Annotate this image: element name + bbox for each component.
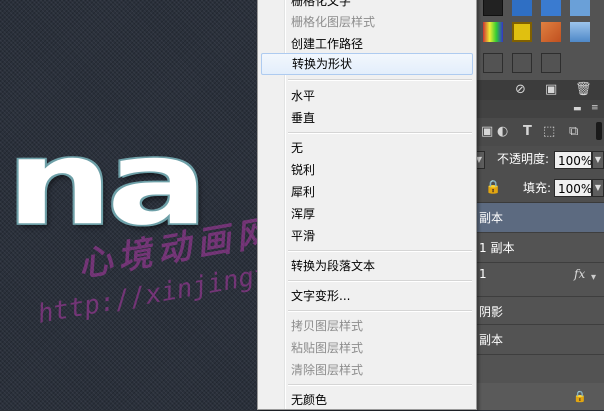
menu-separator [288,132,472,134]
panel-menu-icon[interactable]: ≡ [591,101,599,115]
menu-item-convert-to-paragraph-text[interactable]: 转换为段落文本 [261,255,473,277]
layer-row[interactable]: 阴影 [477,299,604,325]
layer-name: 1 副本 [479,241,515,255]
style-swatch[interactable] [512,22,532,42]
fill-dropdown[interactable]: ▼ [592,179,604,197]
layer-name: 副本 [479,333,504,347]
layer-row-background[interactable]: 🔒 [477,383,604,410]
layer-row[interactable]: 1 副本 [477,233,604,263]
new-style-icon[interactable]: ▣ [545,83,557,97]
menu-item-antialias-none[interactable]: 无 [261,137,473,159]
menu-item-antialias-crisp[interactable]: 犀利 [261,181,473,203]
menu-separator [288,79,472,81]
no-style-icon[interactable]: ⊘ [515,83,526,97]
menu-separator [288,280,472,282]
style-swatch[interactable] [483,22,503,42]
right-panel: ⊘ ▣ 🗑 ▬ ≡ ▣ ◐ T ⬚ ⧉ ▼ 不透明度: 100% ▼ 🔒 填充:… [473,0,604,410]
expand-effects-icon[interactable]: ▾ [591,267,596,289]
filter-shape-icon[interactable]: ⬚ [543,125,555,139]
menu-item-warp-text[interactable]: 文字变形... [261,285,473,307]
layer-name: 1 [479,267,487,281]
delete-style-icon[interactable]: 🗑 [575,83,592,97]
menu-separator [288,310,472,312]
filter-smart-object-icon[interactable]: ⧉ [569,125,578,139]
menu-item-horizontal[interactable]: 水平 [261,85,473,107]
document-canvas[interactable]: na 心境动画网 http://xinjingtk.com/ [0,0,262,410]
lock-all-icon[interactable]: 🔒 [485,181,501,195]
fill-label: 填充: [523,181,552,195]
style-swatch[interactable] [512,0,532,16]
layer-row[interactable]: 1 fx ▾ [477,263,604,297]
menu-item-antialias-sharp[interactable]: 锐利 [261,159,473,181]
fill-row: 🔒 填充: 100% ▼ [477,174,604,203]
filter-adjustment-icon[interactable]: ◐ [497,125,508,139]
style-swatch[interactable] [483,0,503,16]
filter-pixel-icon[interactable]: ▣ [481,125,493,139]
menu-item-clear-layer-style[interactable]: 清除图层样式 [261,359,473,381]
menu-item-convert-to-shape[interactable]: 转换为形状 [261,53,473,75]
layer-row[interactable]: 副本 [477,203,604,233]
opacity-row: ▼ 不透明度: 100% ▼ [473,146,604,174]
menu-separator [288,384,472,386]
layers-panel-tabs: ▬ ≡ [477,100,604,118]
context-menu: 栅格化文字 栅格化图层样式 创建工作路径 转换为形状 水平 垂直 无 锐利 犀利… [257,0,477,410]
menu-item-copy-layer-style[interactable]: 拷贝图层样式 [261,315,473,337]
filter-type-icon[interactable]: T [523,125,532,139]
opacity-dropdown[interactable]: ▼ [592,151,604,169]
menu-item-no-color[interactable]: 无颜色 [261,389,473,411]
layer-name: 副本 [479,211,504,225]
style-swatch-empty[interactable] [512,53,532,73]
collapse-icon[interactable]: ▬ [573,102,582,116]
style-swatch[interactable] [541,22,561,42]
filter-toggle[interactable] [596,122,602,140]
lock-icon: 🔒 [573,390,587,403]
menu-item-paste-layer-style[interactable]: 粘贴图层样式 [261,337,473,359]
style-swatch[interactable] [541,0,561,16]
fill-input[interactable]: 100% [554,179,592,197]
style-swatch[interactable] [570,0,590,16]
layer-filter-bar: ▣ ◐ T ⬚ ⧉ [477,118,604,146]
fx-icon[interactable]: fx [574,263,585,285]
style-swatch-empty[interactable] [541,53,561,73]
menu-item-antialias-smooth[interactable]: 平滑 [261,225,473,247]
menu-item-antialias-strong[interactable]: 浑厚 [261,203,473,225]
layer-row[interactable]: 副本 [477,325,604,355]
layer-name: 阴影 [479,305,504,319]
style-swatch[interactable] [570,22,590,42]
menu-item-rasterize-layer-style[interactable]: 栅格化图层样式 [261,11,473,33]
menu-separator [288,250,472,252]
menu-item-vertical[interactable]: 垂直 [261,107,473,129]
opacity-label: 不透明度: [497,152,550,166]
style-swatch-empty[interactable] [483,53,503,73]
menu-item-create-work-path[interactable]: 创建工作路径 [261,33,473,55]
styles-panel-footer: ⊘ ▣ 🗑 [477,80,604,100]
opacity-input[interactable]: 100% [554,151,592,169]
